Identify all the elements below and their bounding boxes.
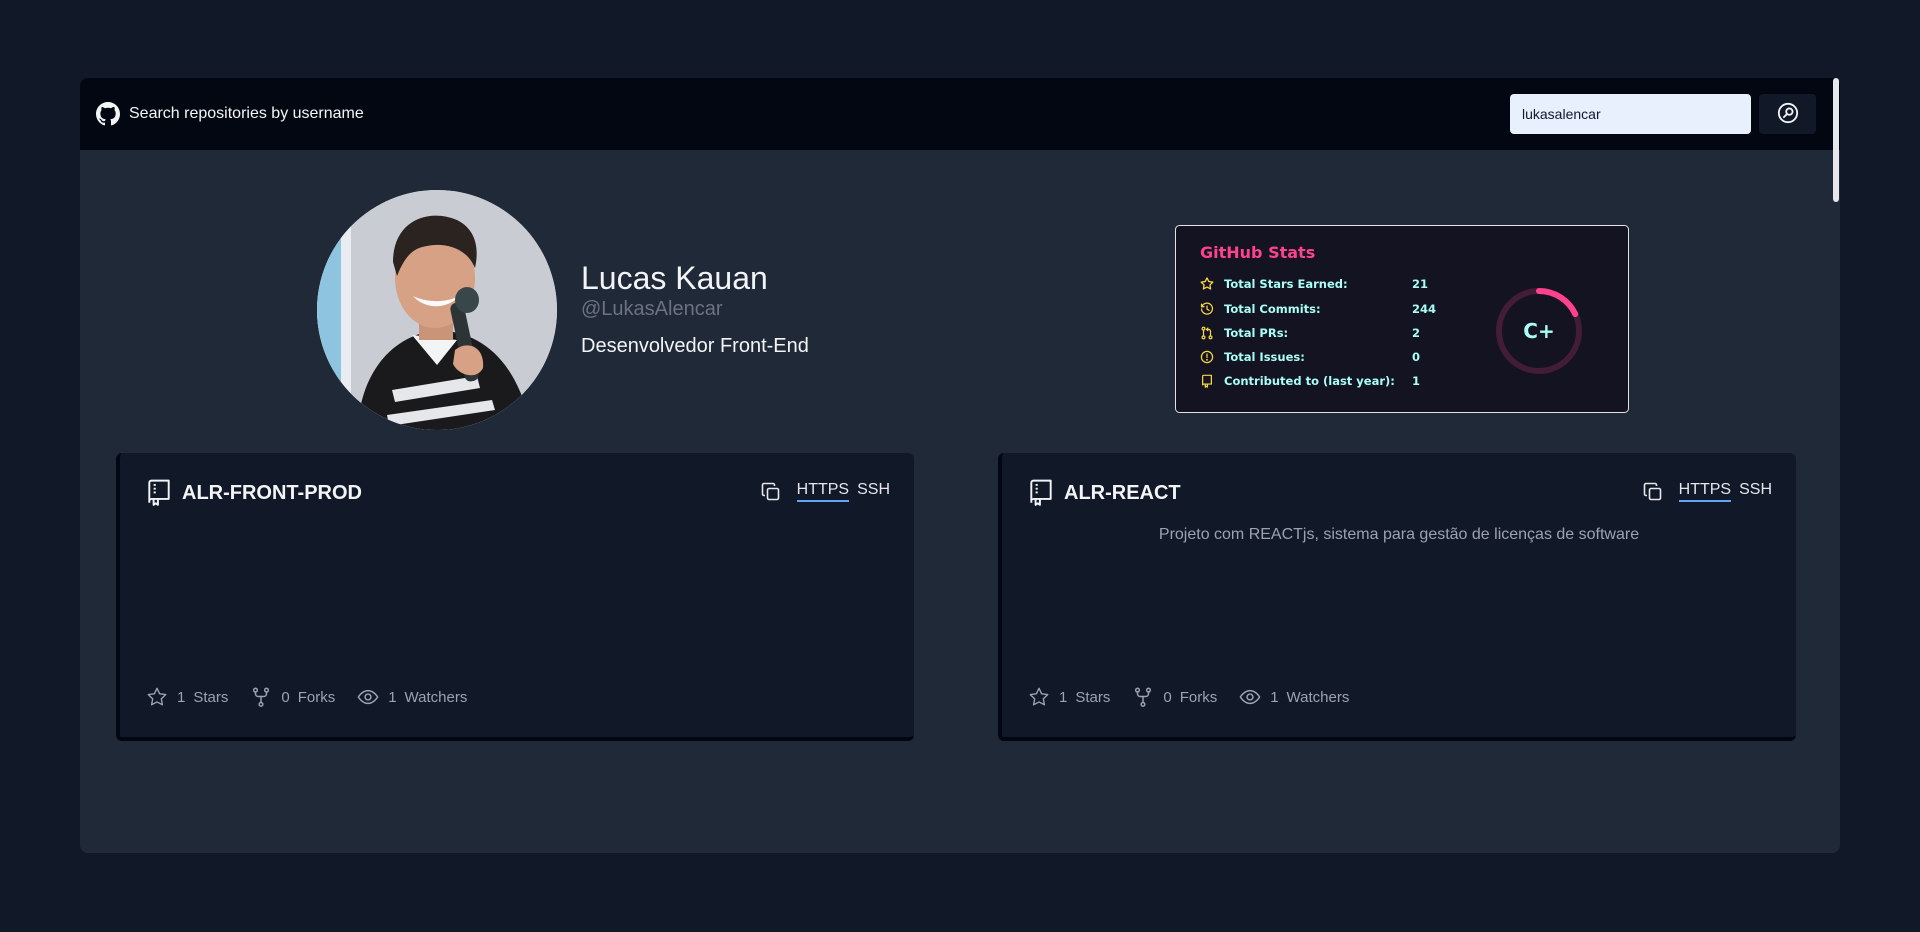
app-container: Search repositories by username Lu — [80, 78, 1840, 853]
stars-count: 1 — [1059, 688, 1068, 706]
scrollbar-thumb[interactable] — [1833, 78, 1839, 202]
stat-value: 2 — [1412, 326, 1421, 340]
eye-icon — [357, 686, 388, 708]
watchers-count: 1 — [388, 688, 397, 706]
fork-icon — [1132, 686, 1163, 708]
repo-icon — [1200, 374, 1214, 388]
avatar — [317, 190, 557, 430]
stat-value: 244 — [1412, 302, 1437, 316]
fork-icon — [250, 686, 281, 708]
forks-count: 0 — [1163, 688, 1172, 706]
rank-grade: C+ — [1523, 319, 1555, 343]
watchers-metric: 1 Watchers — [1239, 686, 1349, 708]
profile-handle[interactable]: @LukasAlencar — [581, 298, 722, 321]
history-icon — [1200, 302, 1214, 316]
stars-label: Stars — [193, 688, 229, 706]
forks-label: Forks — [297, 688, 336, 706]
star-icon — [146, 686, 177, 708]
stat-label: Total Stars Earned: — [1224, 277, 1348, 291]
stat-value: 1 — [1412, 374, 1421, 388]
issue-icon — [1200, 350, 1214, 364]
profile-name: Lucas Kauan — [581, 260, 768, 296]
watchers-metric: 1 Watchers — [357, 686, 467, 708]
star-icon — [1028, 686, 1059, 708]
stat-label: Total Commits: — [1224, 302, 1321, 316]
stat-label: Contributed to (last year): — [1224, 374, 1395, 388]
stars-count: 1 — [177, 688, 186, 706]
tab-ssh[interactable]: SSH — [857, 481, 890, 502]
repo-header: ALR-REACT — [1028, 479, 1181, 507]
repo-description: Projeto com REACTjs, sistema para gestão… — [1158, 526, 1640, 543]
tab-https[interactable]: HTTPS — [796, 481, 850, 502]
stars-label: Stars — [1075, 688, 1111, 706]
copy-icon[interactable] — [761, 482, 797, 502]
tab-https[interactable]: HTTPS — [1678, 481, 1732, 502]
pull-request-icon — [1200, 326, 1214, 340]
stat-value: 0 — [1412, 350, 1421, 364]
forks-label: Forks — [1179, 688, 1218, 706]
search-icon — [1777, 102, 1799, 127]
copy-icon[interactable] — [1643, 482, 1679, 502]
github-stats-card: GitHub Stats Total Stars Earned: 21 Tota… — [1175, 225, 1629, 413]
repo-icon — [1028, 479, 1054, 507]
watchers-label: Watchers — [1286, 688, 1350, 706]
app-title: Search repositories by username — [129, 105, 364, 122]
stat-row-issues: Total Issues: 0 — [1200, 347, 1420, 367]
clone-controls: HTTPS SSH — [1643, 481, 1772, 502]
stars-metric: 1 Stars — [1028, 686, 1110, 708]
forks-metric: 0 Forks — [1132, 686, 1217, 708]
star-icon — [1200, 277, 1214, 291]
brand: Search repositories by username — [96, 102, 364, 126]
stars-metric: 1 Stars — [146, 686, 228, 708]
forks-count: 0 — [281, 688, 290, 706]
stats-title: GitHub Stats — [1200, 243, 1316, 262]
stat-label: Total Issues: — [1224, 350, 1305, 364]
top-bar: Search repositories by username — [80, 78, 1840, 150]
repo-name[interactable]: ALR-REACT — [1064, 482, 1181, 505]
repo-name[interactable]: ALR-FRONT-PROD — [182, 482, 362, 505]
watchers-count: 1 — [1270, 688, 1279, 706]
profile-bio: Desenvolvedor Front-End — [581, 335, 809, 357]
stat-value: 21 — [1412, 277, 1429, 291]
repo-card: ALR-REACT HTTPS SSH Projeto com REACTjs,… — [998, 453, 1796, 741]
repo-card: ALR-FRONT-PROD HTTPS SSH 1 Stars 0 Forks… — [116, 453, 914, 741]
repo-stats: 1 Stars 0 Forks 1 Watchers — [146, 686, 489, 708]
scrollbar[interactable] — [1832, 78, 1840, 853]
username-search-input[interactable] — [1510, 94, 1751, 134]
github-icon — [96, 102, 120, 126]
stat-row-prs: Total PRs: 2 — [1200, 323, 1420, 343]
forks-metric: 0 Forks — [250, 686, 335, 708]
stat-row-commits: Total Commits: 244 — [1200, 299, 1436, 319]
repo-icon — [146, 479, 172, 507]
watchers-label: Watchers — [404, 688, 468, 706]
eye-icon — [1239, 686, 1270, 708]
tab-ssh[interactable]: SSH — [1739, 481, 1772, 502]
repo-stats: 1 Stars 0 Forks 1 Watchers — [1028, 686, 1371, 708]
stat-row-contributed: Contributed to (last year): 1 — [1200, 371, 1420, 391]
search-button[interactable] — [1759, 94, 1816, 134]
clone-controls: HTTPS SSH — [761, 481, 890, 502]
repo-header: ALR-FRONT-PROD — [146, 479, 362, 507]
stat-label: Total PRs: — [1224, 326, 1289, 340]
stat-row-stars: Total Stars Earned: 21 — [1200, 274, 1428, 294]
